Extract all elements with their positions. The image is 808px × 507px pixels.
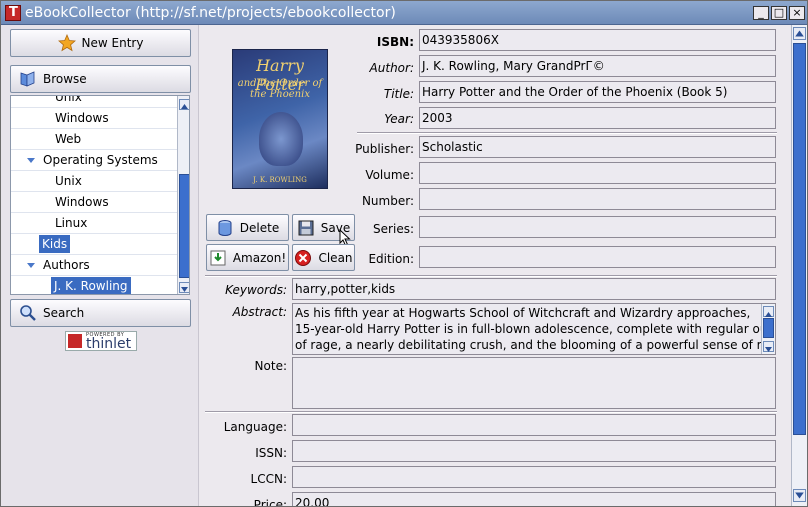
separator [205, 411, 777, 413]
expand-arrow-icon[interactable] [27, 263, 35, 268]
tree-item[interactable]: Operating Systems [11, 150, 177, 171]
scroll-up-arrow-icon[interactable] [179, 99, 189, 110]
book-cover-image: Harry Potter and the Order of the Phoeni… [232, 49, 328, 189]
edition-label: Edition: [368, 252, 414, 266]
edition-field[interactable] [419, 246, 776, 268]
keywords-label: Keywords: [225, 283, 287, 297]
download-arrow-icon [209, 249, 227, 267]
tree-item[interactable]: Linux [11, 213, 177, 234]
scroll-down-arrow-icon[interactable] [793, 489, 806, 502]
issn-label: ISSN: [255, 446, 287, 460]
browse-label: Browse [43, 72, 87, 86]
note-label: Note: [254, 359, 287, 373]
search-button[interactable]: Search [10, 299, 191, 327]
author-label: Author: [369, 61, 414, 75]
year-field[interactable]: 2003 [419, 107, 776, 129]
main-scrollbar[interactable] [791, 25, 807, 506]
scroll-thumb[interactable] [763, 318, 774, 338]
amazon-button[interactable]: Amazon! [206, 244, 289, 271]
scroll-thumb[interactable] [793, 43, 806, 435]
scroll-down-arrow-icon[interactable] [179, 282, 189, 293]
tree-item[interactable]: J. K. Rowling [11, 276, 177, 294]
database-icon [216, 219, 234, 237]
note-textarea[interactable] [292, 357, 776, 409]
keywords-field[interactable]: harry,potter,kids [292, 278, 776, 300]
isbn-label: ISBN: [376, 35, 414, 49]
book-icon [19, 70, 37, 88]
star-icon [57, 33, 76, 52]
scroll-thumb[interactable] [179, 174, 189, 278]
language-label: Language: [223, 420, 287, 434]
window-title: eBookCollector (http://sf.net/projects/e… [25, 5, 396, 21]
app-window: eBookCollector (http://sf.net/projects/e… [0, 0, 808, 507]
close-button[interactable]: × [789, 6, 805, 20]
new-entry-button[interactable]: New Entry [10, 29, 191, 57]
abstract-scrollbar[interactable] [761, 304, 775, 354]
series-label: Series: [373, 222, 414, 236]
publisher-label: Publisher: [355, 142, 414, 156]
title-bar[interactable]: eBookCollector (http://sf.net/projects/e… [1, 1, 807, 25]
tree-item[interactable]: Unix [11, 171, 177, 192]
cover-illustration [259, 112, 303, 166]
maximize-button[interactable]: □ [771, 6, 787, 20]
price-label: Price: [253, 498, 287, 507]
new-entry-label: New Entry [81, 36, 144, 50]
scroll-up-arrow-icon[interactable] [763, 306, 774, 317]
app-icon [5, 5, 21, 21]
title-label: Title: [383, 87, 414, 101]
cancel-icon [294, 249, 312, 267]
search-label: Search [43, 306, 85, 320]
issn-field[interactable] [292, 440, 776, 462]
magnifier-icon [19, 304, 37, 322]
tree-item[interactable]: Windows [11, 108, 177, 129]
tree-item[interactable]: Kids [11, 234, 177, 255]
tree-item[interactable]: Unix [11, 96, 177, 108]
lccn-label: LCCN: [250, 472, 287, 486]
sidebar: New Entry Browse Unix Windows Web Operat… [1, 25, 198, 506]
series-field[interactable] [419, 216, 776, 238]
lccn-field[interactable] [292, 466, 776, 488]
volume-field[interactable] [419, 162, 776, 184]
scroll-up-arrow-icon[interactable] [793, 27, 806, 40]
isbn-field[interactable]: 043935806X [419, 29, 776, 51]
thinlet-logo: POWERED BY thinlet [65, 331, 137, 352]
title-field[interactable]: Harry Potter and the Order of the Phoeni… [419, 81, 776, 103]
language-field[interactable] [292, 414, 776, 436]
author-field[interactable]: J. K. Rowling, Mary GrandPrГ© [419, 55, 776, 77]
scroll-down-arrow-icon[interactable] [763, 341, 774, 352]
tree-scrollbar[interactable] [177, 96, 189, 294]
minimize-button[interactable]: _ [753, 6, 769, 20]
abstract-textarea[interactable]: As his fifth year at Hogwarts School of … [292, 303, 776, 355]
tree-item[interactable]: Windows [11, 192, 177, 213]
year-label: Year: [384, 112, 414, 126]
separator [357, 132, 777, 134]
publisher-field[interactable]: Scholastic [419, 136, 776, 158]
browse-button[interactable]: Browse [10, 65, 191, 93]
tree-item[interactable]: Authors [11, 255, 177, 276]
separator [205, 275, 777, 277]
delete-button[interactable]: Delete [206, 214, 289, 241]
number-field[interactable] [419, 188, 776, 210]
detail-panel: Harry Potter and the Order of the Phoeni… [198, 25, 791, 507]
expand-arrow-icon[interactable] [27, 158, 35, 163]
tree-item[interactable]: Web [11, 129, 177, 150]
number-label: Number: [361, 194, 414, 208]
floppy-disk-icon [297, 219, 315, 237]
volume-label: Volume: [365, 168, 414, 182]
abstract-label: Abstract: [232, 305, 287, 319]
category-tree[interactable]: Unix Windows Web Operating Systems Unix … [10, 95, 190, 295]
price-field[interactable]: 20.00 [292, 492, 776, 506]
thinlet-logo-icon [68, 334, 82, 348]
